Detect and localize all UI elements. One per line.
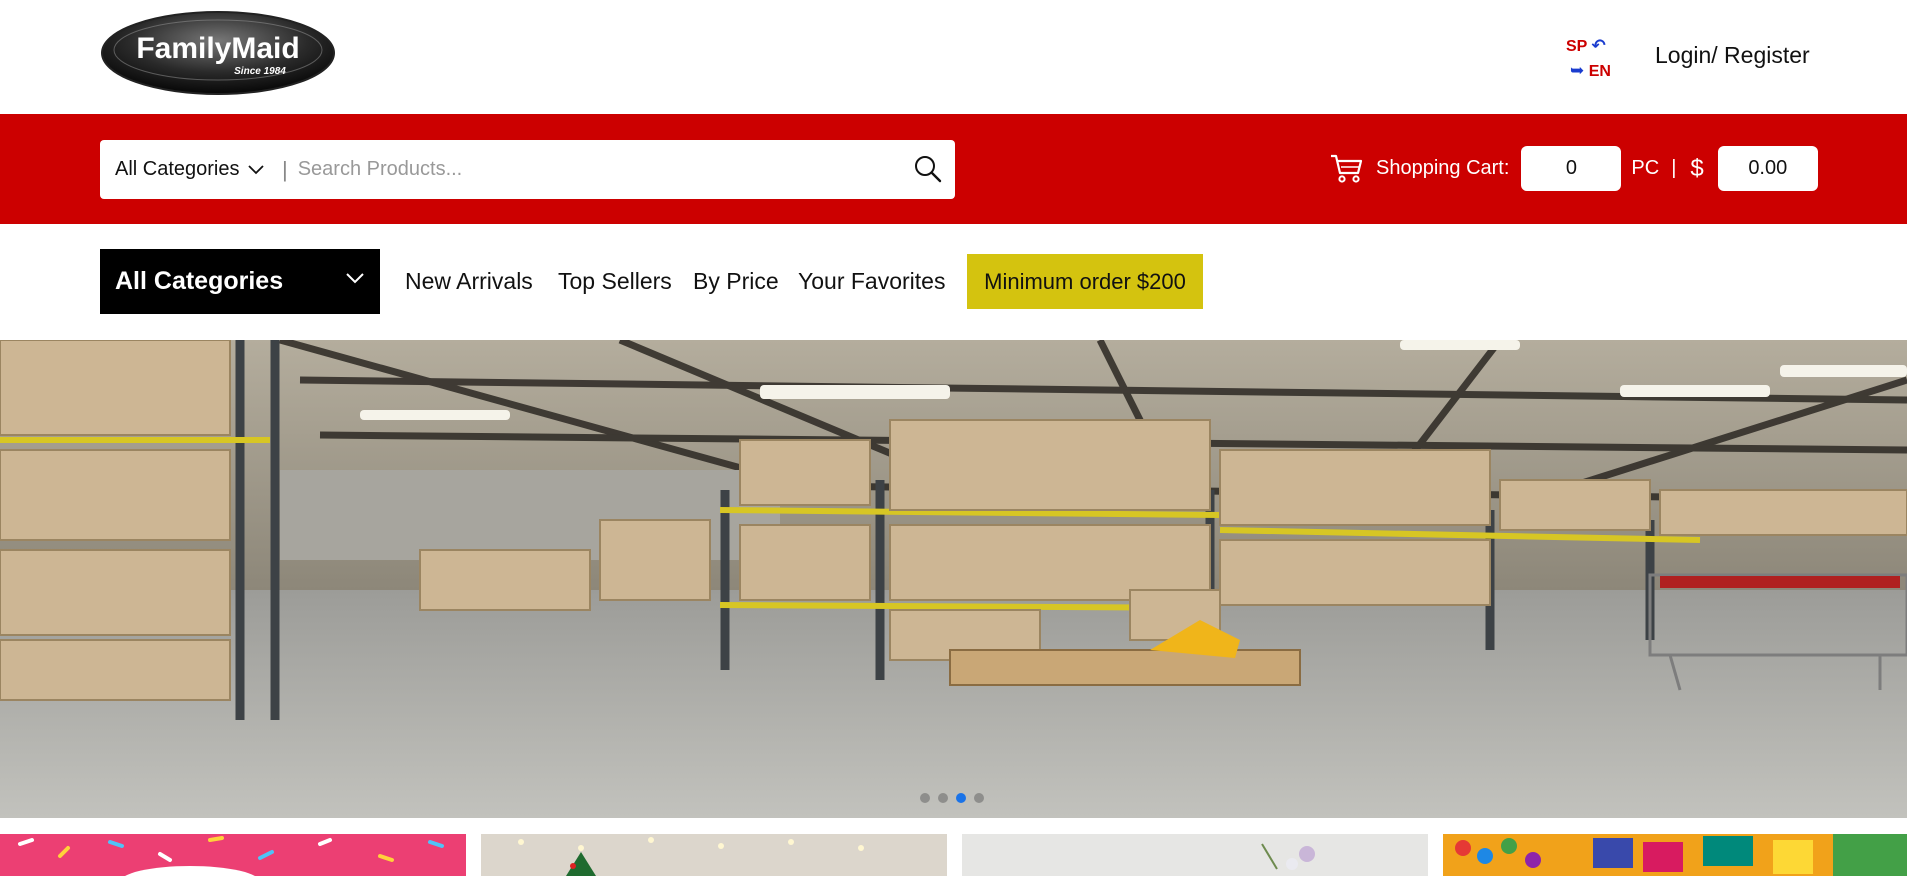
top-header: FamilyMaid Since 1984 SP ↶ ➥ EN Login/ R… — [0, 0, 1907, 114]
search-box: All Categories | — [100, 140, 955, 199]
hero-carousel[interactable] — [0, 340, 1907, 818]
carousel-dot-3[interactable] — [956, 793, 966, 803]
category-tile-3[interactable] — [962, 834, 1428, 876]
cart-separator: | — [1671, 157, 1677, 179]
carousel-dot-2[interactable] — [938, 793, 948, 803]
search-button[interactable] — [913, 154, 943, 189]
cart-unit: PC — [1631, 157, 1660, 179]
nav-by-price[interactable]: By Price — [693, 268, 779, 295]
login-register-link[interactable]: Login/ Register — [1655, 42, 1810, 69]
carousel-dot-4[interactable] — [974, 793, 984, 803]
minimum-order-badge: Minimum order $200 — [967, 254, 1203, 309]
forward-arrow-icon: ➥ — [1570, 61, 1585, 80]
nav-new-arrivals[interactable]: New Arrivals — [405, 268, 533, 295]
familymaid-logo[interactable]: FamilyMaid Since 1984 — [100, 10, 336, 96]
cart-icon — [1331, 154, 1363, 183]
category-select-label: All Categories — [115, 158, 240, 180]
search-input[interactable] — [297, 158, 878, 181]
cart-total: 0.00 — [1717, 146, 1818, 191]
all-categories-label: All Categories — [115, 267, 284, 295]
currency-symbol: $ — [1690, 154, 1704, 182]
search-separator: | — [282, 156, 288, 182]
chevron-down-icon — [247, 164, 264, 174]
nav-your-favorites[interactable]: Your Favorites — [798, 268, 945, 295]
carousel-dot-1[interactable] — [920, 793, 930, 803]
svg-text:Since 1984: Since 1984 — [234, 66, 286, 77]
beads-image — [1443, 834, 1907, 876]
language-switch[interactable]: SP ↶ ➥ EN — [1566, 34, 1626, 84]
nav-top-sellers[interactable]: Top Sellers — [558, 268, 672, 295]
lang-en[interactable]: ➥ EN — [1566, 59, 1626, 84]
christmas-image — [481, 834, 947, 876]
search-icon — [915, 156, 942, 183]
carousel-indicators — [920, 793, 984, 803]
cart-label: Shopping Cart: — [1376, 157, 1510, 179]
category-tile-4[interactable] — [1443, 834, 1907, 876]
sprinkles-image — [0, 834, 466, 876]
lang-sp[interactable]: SP ↶ — [1566, 34, 1626, 59]
shopping-cart[interactable]: Shopping Cart: 0 PC | $ 0.00 — [1330, 146, 1818, 191]
cart-count: 0 — [1521, 146, 1622, 191]
floral-image — [962, 834, 1428, 876]
back-arrow-icon: ↶ — [1591, 36, 1606, 55]
warehouse-image — [0, 340, 1907, 818]
category-tile-2[interactable] — [481, 834, 947, 876]
all-categories-dropdown[interactable]: All Categories — [100, 249, 380, 314]
svg-text:FamilyMaid: FamilyMaid — [136, 32, 299, 65]
chevron-down-icon — [346, 273, 364, 284]
category-tile-1[interactable] — [0, 834, 466, 876]
logo-graphic: FamilyMaid Since 1984 — [101, 11, 335, 95]
category-select[interactable]: All Categories — [100, 158, 270, 181]
